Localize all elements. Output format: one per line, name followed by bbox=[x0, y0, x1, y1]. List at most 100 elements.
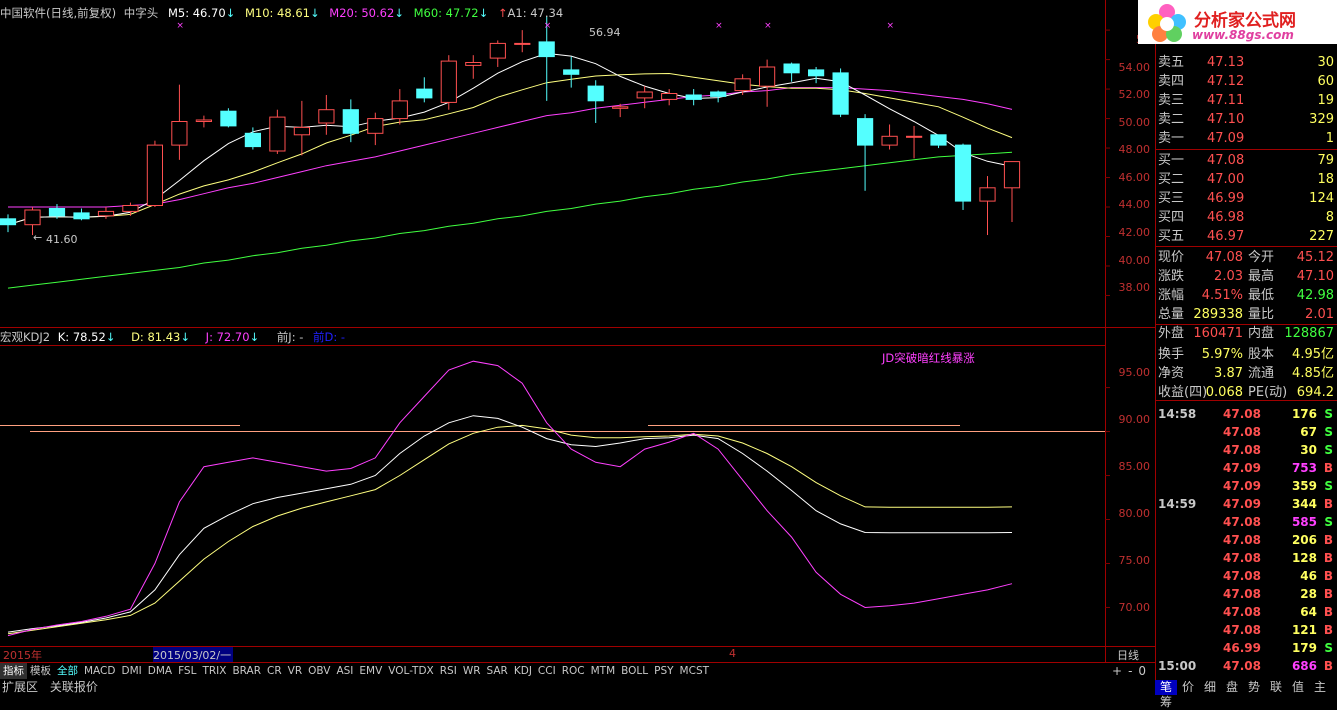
candle[interactable] bbox=[171, 84, 188, 160]
candle[interactable] bbox=[881, 124, 898, 150]
candle[interactable] bbox=[857, 114, 874, 191]
bid-row[interactable]: 买五 46.97 227 bbox=[1155, 227, 1337, 246]
nav-tab-main[interactable]: 主 bbox=[1309, 680, 1331, 695]
candle[interactable] bbox=[465, 55, 482, 79]
nav-tab-value[interactable]: 值 bbox=[1287, 680, 1309, 695]
candle[interactable] bbox=[0, 214, 17, 233]
tick-price: 47.08 bbox=[1223, 587, 1261, 601]
tab-indicator[interactable]: 指标 bbox=[0, 663, 27, 679]
bid-row[interactable]: 买二 47.00 18 bbox=[1155, 170, 1337, 189]
bid-row[interactable]: 买三 46.99 124 bbox=[1155, 189, 1337, 208]
ask-row[interactable]: 卖五 47.13 30 bbox=[1155, 53, 1337, 72]
tab-mcst[interactable]: MCST bbox=[677, 663, 712, 679]
candle[interactable] bbox=[1003, 161, 1021, 223]
nav-tab-detail[interactable]: 细 bbox=[1199, 680, 1221, 695]
candle[interactable] bbox=[195, 115, 213, 128]
tab-psy[interactable]: PSY bbox=[651, 663, 676, 679]
candle[interactable] bbox=[367, 112, 384, 146]
candle[interactable] bbox=[563, 56, 580, 88]
ask-row[interactable]: 卖四 47.12 60 bbox=[1155, 72, 1337, 91]
ask-row[interactable]: 卖三 47.11 19 bbox=[1155, 91, 1337, 110]
tab-cr[interactable]: CR bbox=[264, 663, 285, 679]
candle[interactable] bbox=[318, 94, 335, 135]
nav-tab-book[interactable]: 盘 bbox=[1221, 680, 1243, 695]
candle[interactable] bbox=[146, 140, 164, 208]
candle[interactable] bbox=[636, 86, 653, 109]
candle[interactable] bbox=[293, 100, 310, 156]
nav-tab-chips[interactable]: 筹 bbox=[1155, 695, 1177, 710]
quote-label: 股本 bbox=[1248, 347, 1275, 362]
bid-row[interactable]: 买四 46.98 8 bbox=[1155, 208, 1337, 227]
candle[interactable] bbox=[954, 143, 972, 210]
tick-side: S bbox=[1324, 407, 1333, 421]
candle[interactable] bbox=[808, 66, 825, 84]
tick-row: 47.09 753 B bbox=[1155, 459, 1337, 477]
tab-kdj[interactable]: KDJ bbox=[511, 663, 535, 679]
tab-dma[interactable]: DMA bbox=[145, 663, 175, 679]
tab-mtm[interactable]: MTM bbox=[588, 663, 619, 679]
candle[interactable] bbox=[97, 207, 115, 219]
candle[interactable] bbox=[416, 77, 433, 103]
candle[interactable] bbox=[783, 62, 800, 82]
candle[interactable] bbox=[979, 176, 996, 236]
bid-row[interactable]: 买一 47.08 79 bbox=[1155, 151, 1337, 170]
candle-body bbox=[0, 218, 17, 226]
ma60-value: M60: 47.72 bbox=[413, 6, 479, 20]
tab-asi[interactable]: ASI bbox=[333, 663, 356, 679]
nav-tab-trades[interactable]: 笔 bbox=[1155, 680, 1177, 695]
tab-dmi[interactable]: DMI bbox=[118, 663, 144, 679]
candle[interactable] bbox=[587, 80, 604, 123]
candle[interactable] bbox=[122, 202, 139, 216]
tab-obv[interactable]: OBV bbox=[305, 663, 333, 679]
level-label: 买三 bbox=[1158, 191, 1185, 206]
candle[interactable] bbox=[759, 59, 776, 107]
ask-row[interactable]: 卖二 47.10 329 bbox=[1155, 110, 1337, 129]
extension-area-link[interactable]: 扩展区 bbox=[2, 680, 38, 694]
period-label[interactable]: 日线 bbox=[1117, 647, 1139, 663]
tab-roc[interactable]: ROC bbox=[559, 663, 588, 679]
candle[interactable] bbox=[440, 55, 457, 110]
related-quotes-link[interactable]: 关联报价 bbox=[50, 680, 98, 694]
zoom-reset-button[interactable]: 0 bbox=[1138, 664, 1146, 678]
nav-tab-price[interactable]: 价 bbox=[1177, 680, 1199, 695]
candle[interactable] bbox=[930, 134, 947, 149]
tab-rsi[interactable]: RSI bbox=[437, 663, 460, 679]
level-label: 买二 bbox=[1158, 172, 1185, 187]
tab-vr[interactable]: VR bbox=[285, 663, 305, 679]
tick-volume: 585 bbox=[1291, 515, 1317, 529]
candle[interactable] bbox=[514, 30, 531, 53]
tab-template[interactable]: 模板 bbox=[27, 663, 54, 679]
candle[interactable] bbox=[685, 89, 702, 106]
tab-brar[interactable]: BRAR bbox=[229, 663, 264, 679]
tab-boll[interactable]: BOLL bbox=[618, 663, 651, 679]
candle[interactable] bbox=[220, 108, 237, 128]
ask-row[interactable]: 卖一 47.09 1 bbox=[1155, 129, 1337, 148]
candle[interactable] bbox=[710, 90, 727, 103]
tab-cci[interactable]: CCI bbox=[535, 663, 559, 679]
tab-trix[interactable]: TRIX bbox=[199, 663, 229, 679]
candle[interactable] bbox=[489, 40, 506, 67]
price-axis: 56 54.00 52.00 50.00 48.00 46.00 44.00 4… bbox=[1106, 0, 1154, 326]
tab-macd[interactable]: MACD bbox=[81, 663, 118, 679]
kdj-axis-label: 75.00 bbox=[1118, 554, 1151, 567]
tab-sar[interactable]: SAR bbox=[484, 663, 511, 679]
zoom-in-button[interactable]: + bbox=[1112, 664, 1122, 678]
candle[interactable] bbox=[342, 99, 359, 143]
stock-title[interactable]: 中国软件(日线,前复权) bbox=[0, 6, 116, 20]
candle[interactable] bbox=[832, 68, 849, 118]
zoom-out-button[interactable]: - bbox=[1128, 664, 1132, 678]
tab-wr[interactable]: WR bbox=[460, 663, 484, 679]
candle[interactable] bbox=[269, 109, 286, 154]
quote-label: 量比 bbox=[1248, 307, 1275, 322]
tab-emv[interactable]: EMV bbox=[356, 663, 385, 679]
tab-vol-tdx[interactable]: VOL-TDX bbox=[385, 663, 436, 679]
indicator-name[interactable]: 宏观KDJ2 bbox=[0, 330, 50, 344]
level-price: 46.97 bbox=[1207, 229, 1245, 244]
nav-tab-trend[interactable]: 势 bbox=[1243, 680, 1265, 695]
candle[interactable] bbox=[73, 208, 90, 221]
candle[interactable] bbox=[906, 125, 923, 159]
candle-body bbox=[269, 116, 286, 152]
nav-tab-related[interactable]: 联 bbox=[1265, 680, 1287, 695]
tab-all[interactable]: 全部 bbox=[54, 663, 81, 679]
tab-fsl[interactable]: FSL bbox=[175, 663, 199, 679]
